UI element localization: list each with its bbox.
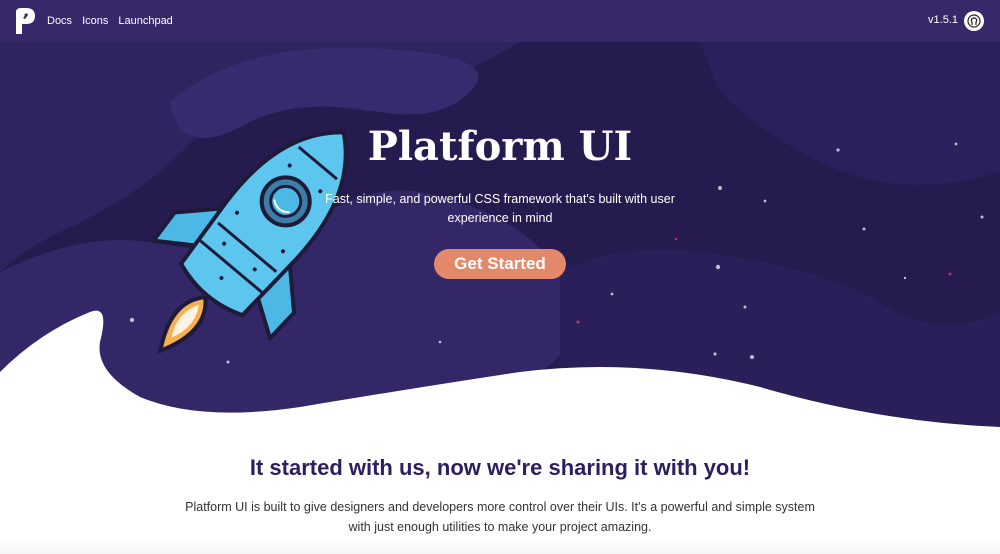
top-navbar: Docs Icons Launchpad v1.5.1 [0, 0, 1000, 42]
get-started-button[interactable]: Get Started [434, 249, 566, 279]
bottom-fade [0, 540, 1000, 554]
nav-links: Docs Icons Launchpad [47, 0, 173, 42]
nav-link-docs[interactable]: Docs [47, 15, 72, 27]
nav-link-icons[interactable]: Icons [82, 15, 108, 27]
github-icon[interactable] [964, 11, 984, 31]
version-label: v1.5.1 [928, 14, 958, 26]
page: Docs Icons Launchpad v1.5.1 Platform UI … [0, 0, 1000, 554]
platform-logo-icon[interactable] [12, 6, 38, 36]
section-body-line-1: Platform UI is built to give designers a… [185, 500, 815, 514]
hero-subtitle: Fast, simple, and powerful CSS framework… [322, 190, 678, 228]
section-body-line-2: with just enough utilities to make your … [348, 520, 652, 534]
hero-title: Platform UI [367, 123, 633, 170]
hero-subtitle-line-2: experience in mind [447, 211, 553, 225]
hero-subtitle-line-1: Fast, simple, and powerful CSS framework… [325, 192, 675, 206]
section-heading: It started with us, now we're sharing it… [249, 455, 751, 480]
hero-section: Platform UI Fast, simple, and powerful C… [0, 42, 1000, 462]
github-octocat-icon [967, 14, 981, 28]
nav-link-launchpad[interactable]: Launchpad [118, 15, 172, 27]
section-body: Platform UI is built to give designers a… [160, 497, 840, 537]
